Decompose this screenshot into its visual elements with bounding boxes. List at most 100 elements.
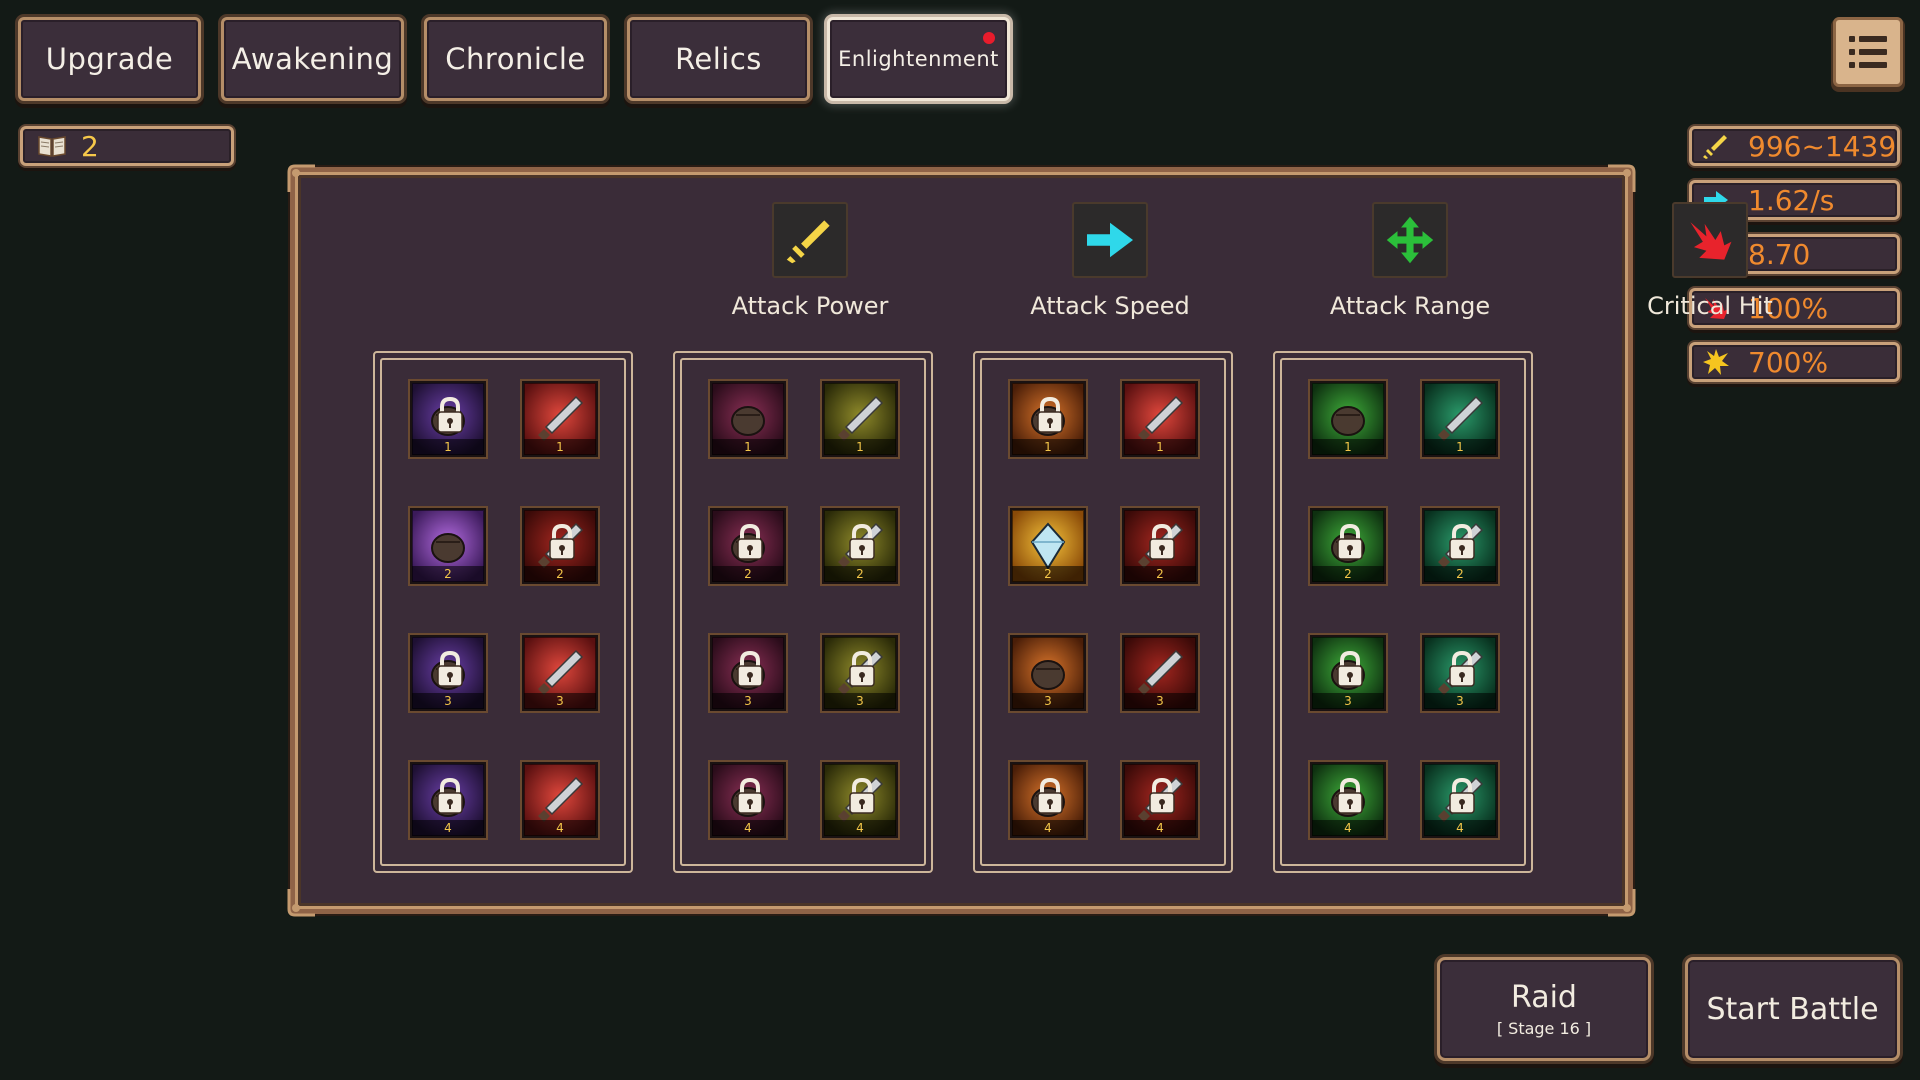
skill-level: 2 — [1012, 566, 1084, 582]
skill-node-attack-range-1[interactable]: 1 — [1010, 381, 1086, 457]
lock-icon — [549, 524, 575, 560]
attack-range-header-icon — [1372, 202, 1448, 278]
skill-node-attack-range-3[interactable]: 2 — [1010, 508, 1086, 584]
skill-level: 3 — [412, 693, 484, 709]
lock-icon — [437, 651, 463, 687]
lock-icon — [437, 397, 463, 433]
lock-icon — [1149, 778, 1175, 814]
lock-icon — [737, 524, 763, 560]
skill-level: 3 — [1124, 693, 1196, 709]
skill-node-attack-power-8[interactable]: 4 — [522, 762, 598, 838]
sword-icon — [786, 220, 830, 264]
skill-node-attack-speed-8[interactable]: 4 — [822, 762, 898, 838]
lock-icon — [737, 651, 763, 687]
star-burst-icon — [1703, 349, 1729, 375]
lock-icon — [1449, 778, 1475, 814]
column-header-attack-speed: Attack Speed — [960, 202, 1260, 320]
start-battle-label: Start Battle — [1706, 991, 1879, 1027]
critical-hit-header-icon — [1672, 202, 1748, 278]
skill-level: 3 — [712, 693, 784, 709]
lock-icon — [849, 524, 875, 560]
skill-node-attack-power-1[interactable]: 1 — [410, 381, 486, 457]
tab-upgrade[interactable]: Upgrade — [18, 17, 201, 101]
skill-node-attack-speed-5[interactable]: 3 — [710, 635, 786, 711]
skill-node-attack-range-6[interactable]: 3 — [1122, 635, 1198, 711]
skill-node-critical-hit-7[interactable]: 4 — [1310, 762, 1386, 838]
corner-ornament — [1608, 889, 1636, 917]
start-battle-button[interactable]: Start Battle — [1685, 957, 1900, 1061]
sword-icon — [1703, 135, 1727, 159]
skill-node-attack-speed-2[interactable]: 1 — [822, 381, 898, 457]
skill-node-attack-speed-7[interactable]: 4 — [710, 762, 786, 838]
arrow-right-icon — [1087, 222, 1133, 258]
skill-node-critical-hit-8[interactable]: 4 — [1422, 762, 1498, 838]
skill-node-attack-power-4[interactable]: 2 — [522, 508, 598, 584]
lock-icon — [1037, 778, 1063, 814]
skill-node-attack-range-2[interactable]: 1 — [1122, 381, 1198, 457]
skill-level: 1 — [1312, 439, 1384, 455]
lock-icon — [849, 778, 875, 814]
skill-node-critical-hit-2[interactable]: 1 — [1422, 381, 1498, 457]
tab-label: Awakening — [231, 42, 394, 76]
skill-level: 4 — [1124, 820, 1196, 836]
skill-level: 2 — [1424, 566, 1496, 582]
skill-node-attack-power-3[interactable]: 2 — [410, 508, 486, 584]
column-header-attack-range: Attack Range — [1260, 202, 1560, 320]
skill-node-attack-range-4[interactable]: 2 — [1122, 508, 1198, 584]
skill-level: 3 — [824, 693, 896, 709]
skill-node-attack-speed-6[interactable]: 3 — [822, 635, 898, 711]
skill-node-attack-power-2[interactable]: 1 — [522, 381, 598, 457]
skill-node-attack-power-6[interactable]: 3 — [522, 635, 598, 711]
skill-column-attack-speed: 1 1 2 2 3 3 4 4 — [673, 351, 933, 873]
notification-dot — [983, 32, 995, 44]
skill-node-attack-speed-1[interactable]: 1 — [710, 381, 786, 457]
skill-node-attack-range-5[interactable]: 3 — [1010, 635, 1086, 711]
skill-node-attack-power-5[interactable]: 3 — [410, 635, 486, 711]
skill-node-attack-speed-4[interactable]: 2 — [822, 508, 898, 584]
skill-level: 1 — [1012, 439, 1084, 455]
skill-level: 2 — [712, 566, 784, 582]
lock-icon — [1149, 524, 1175, 560]
skill-node-attack-speed-3[interactable]: 2 — [710, 508, 786, 584]
skill-level: 3 — [524, 693, 596, 709]
skill-node-critical-hit-4[interactable]: 2 — [1422, 508, 1498, 584]
skill-column-attack-power: 1 1 2 2 3 3 4 4 — [373, 351, 633, 873]
skill-node-attack-range-7[interactable]: 4 — [1010, 762, 1086, 838]
stat-critical-damage: 700% — [1689, 342, 1900, 382]
lock-icon — [737, 778, 763, 814]
skill-node-critical-hit-1[interactable]: 1 — [1310, 381, 1386, 457]
tab-relics[interactable]: Relics — [627, 17, 810, 101]
raid-button[interactable]: Raid [ Stage 16 ] — [1437, 957, 1651, 1061]
skill-node-attack-range-8[interactable]: 4 — [1122, 762, 1198, 838]
stat-value: 700% — [1748, 345, 1829, 379]
tab-chronicle[interactable]: Chronicle — [424, 17, 607, 101]
skill-level: 4 — [412, 820, 484, 836]
skill-level: 1 — [1424, 439, 1496, 455]
skill-level: 4 — [1312, 820, 1384, 836]
skill-level: 2 — [1124, 566, 1196, 582]
skill-column-critical-hit: 1 1 2 2 3 3 4 4 — [1273, 351, 1533, 873]
lock-icon — [1337, 651, 1363, 687]
tab-enlightenment[interactable]: Enlightenment — [827, 17, 1010, 101]
column-title: Attack Speed — [1030, 292, 1190, 320]
skill-level: 4 — [1424, 820, 1496, 836]
skill-level: 4 — [824, 820, 896, 836]
skill-level: 3 — [1012, 693, 1084, 709]
corner-ornament — [287, 164, 315, 192]
points-count: 2 — [81, 129, 99, 163]
skill-node-critical-hit-5[interactable]: 3 — [1310, 635, 1386, 711]
menu-button[interactable] — [1833, 17, 1903, 87]
lock-icon — [1449, 524, 1475, 560]
skill-level: 2 — [824, 566, 896, 582]
skill-level: 1 — [412, 439, 484, 455]
skill-node-attack-power-7[interactable]: 4 — [410, 762, 486, 838]
list-menu-icon — [1849, 36, 1887, 68]
lock-icon — [437, 778, 463, 814]
attack-speed-header-icon — [1072, 202, 1148, 278]
skill-node-critical-hit-6[interactable]: 3 — [1422, 635, 1498, 711]
corner-ornament — [1608, 164, 1636, 192]
skill-level: 4 — [712, 820, 784, 836]
tab-awakening[interactable]: Awakening — [221, 17, 404, 101]
skill-node-critical-hit-3[interactable]: 2 — [1310, 508, 1386, 584]
lock-icon — [1337, 778, 1363, 814]
